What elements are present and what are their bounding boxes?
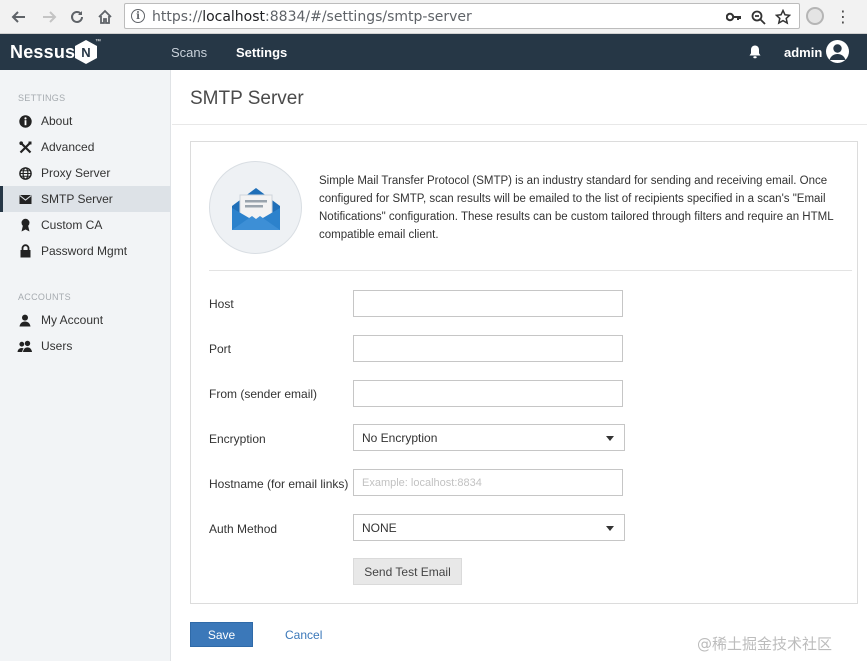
sidebar-item-custom-ca[interactable]: Custom CA <box>0 212 171 238</box>
trademark-mark: ™ <box>95 39 101 45</box>
open-envelope-icon <box>232 188 280 230</box>
sidebar-item-label: My Account <box>41 313 104 327</box>
nav-settings[interactable]: Settings <box>236 45 287 60</box>
nessus-logo[interactable]: Nessus <box>10 42 75 63</box>
sidebar-item-proxy-server[interactable]: Proxy Server <box>0 160 171 186</box>
sidebar-item-label: About <box>41 114 73 128</box>
nessus-logo-badge: N <box>75 40 97 64</box>
site-info-icon[interactable]: i <box>131 9 145 23</box>
tools-icon <box>17 139 33 155</box>
home-icon[interactable] <box>94 6 116 28</box>
reload-icon[interactable] <box>66 6 88 28</box>
from-email-input[interactable] <box>353 380 623 407</box>
sidebar-item-label: Custom CA <box>41 218 103 232</box>
browser-toolbar: i https://localhost:8834/#/settings/smtp… <box>0 0 867 34</box>
cancel-link[interactable]: Cancel <box>285 628 322 642</box>
settings-sidebar: SETTINGS About Advanced Proxy Server SMT… <box>0 70 171 661</box>
user-icon <box>17 312 33 328</box>
address-url: https://localhost:8834/#/settings/smtp-s… <box>152 9 472 25</box>
sidebar-item-users[interactable]: Users <box>0 333 171 359</box>
port-input[interactable] <box>353 335 623 362</box>
globe-icon <box>17 165 33 181</box>
sidebar-item-label: SMTP Server <box>41 192 113 206</box>
zoom-icon[interactable] <box>749 8 767 26</box>
sidebar-item-label: Users <box>41 339 73 353</box>
sidebar-item-about[interactable]: About <box>0 108 171 134</box>
smtp-description: Simple Mail Transfer Protocol (SMTP) is … <box>319 175 834 241</box>
panel-divider <box>209 270 852 271</box>
auth-method-label: Auth Method <box>209 522 278 536</box>
hostname-label: Hostname (for email links) <box>209 477 349 491</box>
bookmark-star-icon[interactable] <box>774 8 792 26</box>
back-arrow-icon[interactable] <box>8 6 30 28</box>
extension-icon[interactable] <box>806 7 824 25</box>
auth-method-select[interactable]: NONE <box>353 514 625 541</box>
sidebar-item-password-mgmt[interactable]: Password Mgmt <box>0 238 171 264</box>
caret-down-icon <box>606 436 614 441</box>
app-header: Nessus N ™ Scans Settings admin <box>0 34 867 70</box>
watermark-text: @稀土掘金技术社区 <box>697 635 833 653</box>
sidebar-heading-settings: SETTINGS <box>18 93 66 103</box>
sidebar-item-label: Advanced <box>41 140 95 154</box>
user-menu-name[interactable]: admin <box>784 45 822 60</box>
user-avatar-icon[interactable] <box>826 40 849 63</box>
users-icon <box>17 338 33 354</box>
host-label: Host <box>209 297 234 311</box>
sidebar-item-advanced[interactable]: Advanced <box>0 134 171 160</box>
page-title: SMTP Server <box>190 88 304 109</box>
envelope-icon <box>17 191 33 207</box>
nav-scans[interactable]: Scans <box>171 45 207 60</box>
encryption-label: Encryption <box>209 432 266 446</box>
sidebar-heading-accounts: ACCOUNTS <box>18 292 71 302</box>
browser-menu-icon[interactable]: ⋮ <box>835 6 851 28</box>
encryption-select[interactable]: No Encryption <box>353 424 625 451</box>
sidebar-item-smtp-server[interactable]: SMTP Server <box>0 186 171 212</box>
smtp-settings-panel: Simple Mail Transfer Protocol (SMTP) is … <box>190 141 858 604</box>
address-bar[interactable]: i https://localhost:8834/#/settings/smtp… <box>124 3 800 29</box>
lock-icon <box>17 243 33 259</box>
key-icon[interactable] <box>725 8 743 26</box>
caret-down-icon <box>606 526 614 531</box>
sidebar-item-my-account[interactable]: My Account <box>0 307 171 333</box>
bell-icon[interactable] <box>747 44 763 60</box>
sidebar-item-label: Proxy Server <box>41 166 111 180</box>
from-email-label: From (sender email) <box>209 387 318 401</box>
save-button[interactable]: Save <box>190 622 253 647</box>
forward-arrow-icon[interactable] <box>38 6 60 28</box>
host-input[interactable] <box>353 290 623 317</box>
auth-method-selected-value: NONE <box>362 521 397 535</box>
hostname-input[interactable] <box>353 469 623 496</box>
sidebar-item-label: Password Mgmt <box>41 244 128 258</box>
certificate-icon <box>17 217 33 233</box>
port-label: Port <box>209 342 232 356</box>
title-divider <box>172 124 867 125</box>
info-icon <box>17 113 33 129</box>
mail-illustration <box>209 161 302 254</box>
send-test-email-button[interactable]: Send Test Email <box>353 558 462 585</box>
encryption-selected-value: No Encryption <box>362 431 438 445</box>
